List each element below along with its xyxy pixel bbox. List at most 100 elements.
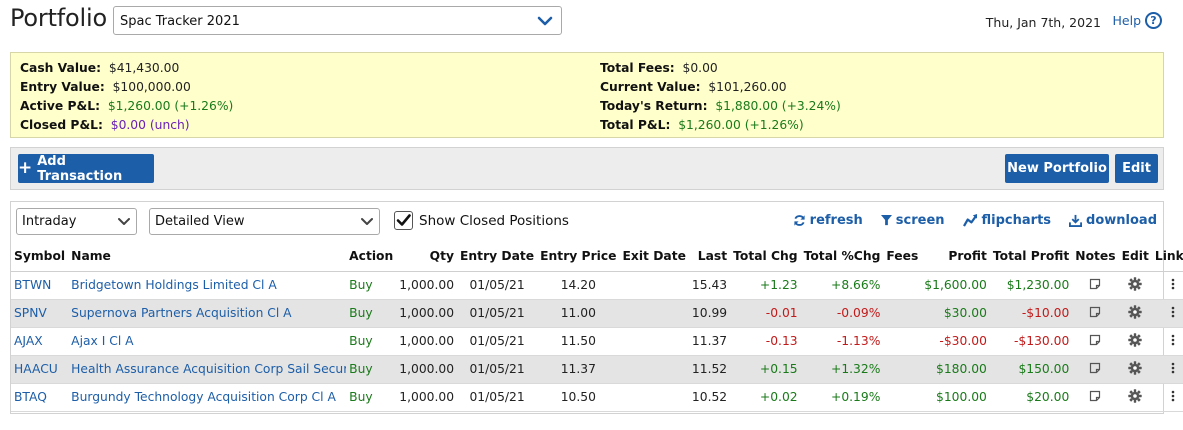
entry-date-cell: 01/05/21 [457,383,538,412]
profit-cell: $180.00 [921,355,990,384]
kebab-menu-icon[interactable] [1171,390,1175,405]
current-date: Thu, Jan 7th, 2021 [985,15,1101,30]
note-icon[interactable] [1089,390,1101,405]
security-name-link[interactable]: Supernova Partners Acquisition Cl A [68,299,347,328]
exit-date-cell [619,327,689,356]
screen-link[interactable]: screen [880,213,945,228]
summary-row: Closed P&L: $0.00 (unch) [20,116,233,135]
qty-cell: 1,000.00 [396,383,458,412]
portfolio-summary: Cash Value: $41,430.00 Entry Value: $100,… [10,52,1164,138]
total-profit-cell: -$130.00 [989,327,1073,356]
edit-portfolio-button[interactable]: Edit [1115,154,1158,183]
fees-cell [883,299,922,328]
column-header: Edit [1118,242,1152,272]
total-profit-cell: $150.00 [989,355,1073,384]
kebab-menu-icon[interactable] [1171,362,1175,377]
column-header[interactable]: Last [688,242,731,272]
edit-cell [1118,299,1152,328]
download-icon [1069,214,1083,227]
column-header[interactable]: Exit Date [619,242,689,272]
note-icon[interactable] [1089,278,1101,293]
notes-cell [1072,299,1119,328]
table-row[interactable]: BTWN Bridgetown Holdings Limited Cl A Buy 1… [11,271,1183,300]
symbol-link[interactable]: BTAQ [11,383,69,412]
edit-cell [1118,271,1152,300]
download-link[interactable]: download [1069,213,1157,228]
summary-value: $0.00 [682,61,718,75]
note-icon[interactable] [1089,362,1101,377]
column-header[interactable]: Name [68,242,347,272]
portfolio-select[interactable]: Spac Tracker 2021 [113,6,562,35]
table-row[interactable]: HAACU Health Assurance Acquisition Corp S… [11,355,1183,384]
column-header[interactable]: Total Profit [989,242,1073,272]
column-header[interactable]: Total Chg [730,242,801,272]
show-closed-checkbox[interactable] [394,211,413,230]
show-closed-toggle[interactable]: Show Closed Positions [394,211,569,230]
add-transaction-button[interactable]: + Add Transaction [18,154,154,184]
gear-icon[interactable] [1128,304,1142,322]
note-icon[interactable] [1089,306,1101,321]
summary-right-column: Total Fees: $0.00 Current Value: $101,260… [600,59,841,135]
kebab-menu-icon[interactable] [1171,306,1175,321]
summary-value: $100,000.00 [112,80,191,94]
gear-icon[interactable] [1128,360,1142,378]
summary-row: Total Fees: $0.00 [600,59,841,78]
table-row[interactable]: AJAX Ajax I Cl A Buy 1,000.00 01/05/21 11.50 1… [11,327,1183,356]
symbol-link[interactable]: SPNV [11,299,69,328]
summary-label: Active P&L: [20,99,101,113]
symbol-link[interactable]: HAACU [11,355,69,384]
column-header[interactable]: Symbol [11,242,69,272]
kebab-menu-icon[interactable] [1171,334,1175,349]
kebab-menu-icon[interactable] [1171,278,1175,293]
action-toolbar: + Add Transaction New Portfolio Edit [10,147,1164,190]
last-price-cell: 10.52 [688,383,731,412]
last-price-cell: 11.52 [688,355,731,384]
column-header[interactable]: Profit [921,242,990,272]
links-cell [1151,327,1183,356]
security-name-link[interactable]: Bridgetown Holdings Limited Cl A [68,271,347,300]
security-name-link[interactable]: Ajax I Cl A [68,327,347,356]
fees-cell [883,383,922,412]
table-row[interactable]: BTAQ Burgundy Technology Acquisition Corp… [11,383,1183,412]
symbol-link[interactable]: AJAX [11,327,69,356]
table-row[interactable]: SPNV Supernova Partners Acquisition Cl AB… [11,299,1183,328]
entry-price-cell: 10.50 [537,383,620,412]
chevron-down-icon [361,218,373,225]
entry-price-cell: 14.20 [537,271,620,300]
view-select-value: Detailed View [155,214,245,229]
chevron-down-icon [537,16,553,26]
column-header: Notes [1072,242,1119,272]
gear-icon[interactable] [1128,276,1142,294]
column-header[interactable]: Qty [396,242,458,272]
total-pct-chg-cell: +1.32% [800,355,884,384]
page-title: Portfolio [10,4,107,32]
table-header-row: Symbol Name Action Qty Entry Date Entry … [11,242,1183,272]
summary-value: $1,260.00 (+1.26%) [107,99,234,113]
column-header[interactable]: Entry Price [537,242,620,272]
column-header[interactable]: Action [346,242,397,272]
refresh-link[interactable]: refresh [793,213,863,228]
summary-row: Entry Value: $100,000.00 [20,78,233,97]
symbol-link[interactable]: BTWN [11,271,69,300]
security-name-link[interactable]: Burgundy Technology Acquisition Corp Cl … [68,383,347,412]
last-price-cell: 11.37 [688,327,731,356]
gear-icon[interactable] [1128,388,1142,406]
qty-cell: 1,000.00 [396,299,458,328]
security-name-link[interactable]: Health Assurance Acquisition Corp Sail S… [68,355,347,384]
column-header[interactable]: Total %Chg [800,242,884,272]
total-profit-cell: -$10.00 [989,299,1073,328]
summary-label: Entry Value: [20,80,105,94]
gear-icon[interactable] [1128,332,1142,350]
column-header[interactable]: Entry Date [457,242,538,272]
checkmark-icon [396,214,411,226]
note-icon[interactable] [1089,334,1101,349]
help-link[interactable]: Help ? [1113,12,1162,29]
exit-date-cell [619,383,689,412]
flipcharts-link[interactable]: flipcharts [962,213,1051,228]
period-select[interactable]: Intraday [16,208,137,235]
new-portfolio-button[interactable]: New Portfolio [1005,154,1109,183]
summary-value: $1,260.00 (+1.26%) [678,118,804,132]
column-header[interactable]: Fees [883,242,922,272]
view-select[interactable]: Detailed View [149,208,380,235]
action-cell: Buy [346,383,397,412]
